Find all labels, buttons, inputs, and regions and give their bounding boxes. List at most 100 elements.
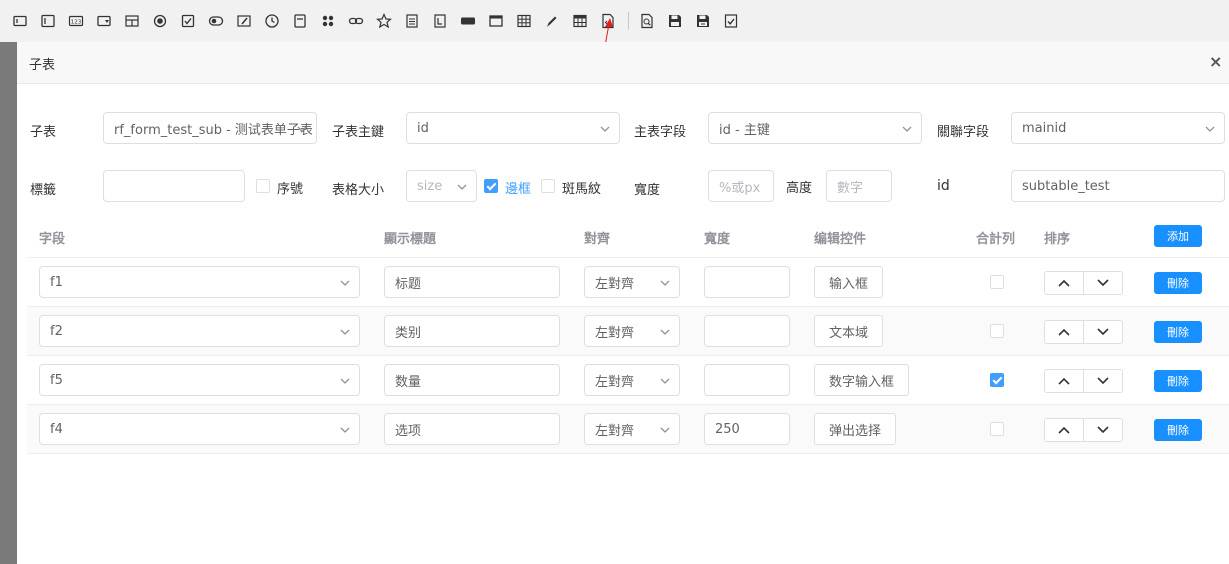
tag-label: 標籤 bbox=[30, 183, 57, 198]
window-icon[interactable] bbox=[488, 13, 504, 29]
edit-icon[interactable] bbox=[236, 13, 252, 29]
textarea-icon[interactable] bbox=[40, 13, 56, 29]
editor-button[interactable]: 输入框 bbox=[814, 266, 884, 298]
col-header-align: 對齊 bbox=[584, 232, 611, 247]
table-row: f5 数量 左對齊 数字输入框 刪除 bbox=[27, 356, 1229, 405]
subtable-select-value: rf_form_test_sub - 测试表单子表 bbox=[114, 122, 313, 138]
subkey-select-value: id bbox=[417, 120, 429, 136]
field-select[interactable]: f4 bbox=[39, 413, 360, 445]
sum-checkbox[interactable] bbox=[990, 373, 1004, 387]
dialog-title: 子表 bbox=[29, 58, 56, 73]
align-select[interactable]: 左對齊 bbox=[584, 364, 680, 396]
chevron-down-icon bbox=[340, 427, 350, 433]
field-select-value: f1 bbox=[50, 274, 63, 290]
border-label: 邊框 bbox=[505, 182, 532, 197]
chevron-down-icon bbox=[660, 427, 670, 433]
frame-icon[interactable] bbox=[292, 13, 308, 29]
delete-button[interactable]: 刪除 bbox=[1154, 272, 1202, 294]
sum-checkbox[interactable] bbox=[990, 324, 1004, 338]
align-select[interactable]: 左對齊 bbox=[584, 413, 680, 445]
move-down-button[interactable] bbox=[1084, 419, 1122, 441]
check-icon[interactable] bbox=[723, 13, 739, 29]
grid-icon[interactable] bbox=[320, 13, 336, 29]
doc-icon[interactable] bbox=[404, 13, 420, 29]
subtable-label: 子表 bbox=[30, 125, 57, 140]
field-select[interactable]: f2 bbox=[39, 315, 360, 347]
field-select[interactable]: f5 bbox=[39, 364, 360, 396]
editor-button[interactable]: 数字输入框 bbox=[814, 364, 910, 396]
radio-icon[interactable] bbox=[152, 13, 168, 29]
align-select-value: 左對齊 bbox=[595, 276, 635, 292]
subkey-label: 子表主鍵 bbox=[332, 125, 385, 140]
move-down-button[interactable] bbox=[1084, 370, 1122, 392]
clock-icon[interactable] bbox=[264, 13, 280, 29]
sort-buttons bbox=[1044, 369, 1123, 393]
svg-text:123: 123 bbox=[71, 20, 82, 26]
subtable-select[interactable]: rf_form_test_sub - 测试表单子表 bbox=[103, 112, 317, 144]
layout-icon[interactable] bbox=[124, 13, 140, 29]
star-icon[interactable] bbox=[376, 13, 392, 29]
width-input[interactable]: 250 bbox=[704, 413, 790, 445]
title-input[interactable]: 类别 bbox=[384, 315, 560, 347]
select-icon[interactable] bbox=[96, 13, 112, 29]
move-up-button[interactable] bbox=[1045, 419, 1084, 441]
chevron-down-icon bbox=[1097, 328, 1109, 336]
chevron-up-icon bbox=[1058, 328, 1070, 336]
textbox-icon[interactable] bbox=[12, 13, 28, 29]
preview-icon[interactable] bbox=[639, 13, 655, 29]
chevron-down-icon bbox=[1097, 426, 1109, 434]
size-select[interactable]: size bbox=[406, 170, 477, 202]
tag-input[interactable] bbox=[103, 170, 245, 202]
stripe-checkbox[interactable] bbox=[541, 179, 555, 193]
switch-icon[interactable] bbox=[208, 13, 224, 29]
move-up-button[interactable] bbox=[1045, 321, 1084, 343]
align-select[interactable]: 左對齊 bbox=[584, 315, 680, 347]
save-icon[interactable] bbox=[667, 13, 683, 29]
sum-checkbox[interactable] bbox=[990, 275, 1004, 289]
title-input[interactable]: 标题 bbox=[384, 266, 560, 298]
editor-button[interactable]: 文本域 bbox=[814, 315, 884, 347]
align-select-value: 左對齊 bbox=[595, 423, 635, 439]
sum-checkbox[interactable] bbox=[990, 422, 1004, 436]
mainfield-select[interactable]: id - 主键 bbox=[708, 112, 922, 144]
toolbar-separator bbox=[628, 12, 629, 30]
number-icon[interactable]: 123 bbox=[68, 13, 84, 29]
delete-button[interactable]: 刪除 bbox=[1154, 370, 1202, 392]
height-input[interactable]: 數字 bbox=[826, 170, 892, 202]
align-select[interactable]: 左對齊 bbox=[584, 266, 680, 298]
move-down-button[interactable] bbox=[1084, 321, 1122, 343]
bar-icon[interactable] bbox=[460, 13, 476, 29]
width-input[interactable]: %或px bbox=[708, 170, 774, 202]
move-up-button[interactable] bbox=[1045, 370, 1084, 392]
close-icon[interactable]: × bbox=[1209, 54, 1222, 70]
add-button[interactable]: 添加 bbox=[1154, 225, 1202, 247]
serial-label: 序號 bbox=[277, 182, 304, 197]
pencil-icon[interactable] bbox=[544, 13, 560, 29]
delete-button[interactable]: 刪除 bbox=[1154, 419, 1202, 441]
label-icon[interactable] bbox=[432, 13, 448, 29]
border-checkbox[interactable] bbox=[484, 179, 498, 193]
move-up-button[interactable] bbox=[1045, 272, 1084, 294]
checkbox-icon[interactable] bbox=[180, 13, 196, 29]
link-icon[interactable] bbox=[348, 13, 364, 29]
width-input[interactable] bbox=[704, 266, 790, 298]
width-input[interactable] bbox=[704, 364, 790, 396]
title-input[interactable]: 选项 bbox=[384, 413, 560, 445]
move-down-button[interactable] bbox=[1084, 272, 1122, 294]
table-icon[interactable] bbox=[516, 13, 532, 29]
save-as-icon[interactable] bbox=[695, 13, 711, 29]
subtable-icon[interactable] bbox=[572, 13, 588, 29]
chevron-down-icon bbox=[660, 280, 670, 286]
field-select[interactable]: f1 bbox=[39, 266, 360, 298]
subkey-select[interactable]: id bbox=[406, 112, 620, 144]
delete-button[interactable]: 刪除 bbox=[1154, 321, 1202, 343]
serial-checkbox[interactable] bbox=[256, 179, 270, 193]
col-header-width: 寬度 bbox=[704, 232, 731, 247]
id-input[interactable]: subtable_test bbox=[1011, 170, 1225, 202]
chevron-up-icon bbox=[1058, 279, 1070, 287]
title-input[interactable]: 数量 bbox=[384, 364, 560, 396]
relfield-select[interactable]: mainid bbox=[1011, 112, 1225, 144]
dialog-header: 子表 × bbox=[17, 42, 1229, 84]
width-input[interactable] bbox=[704, 315, 790, 347]
editor-button[interactable]: 弹出选择 bbox=[814, 413, 897, 445]
